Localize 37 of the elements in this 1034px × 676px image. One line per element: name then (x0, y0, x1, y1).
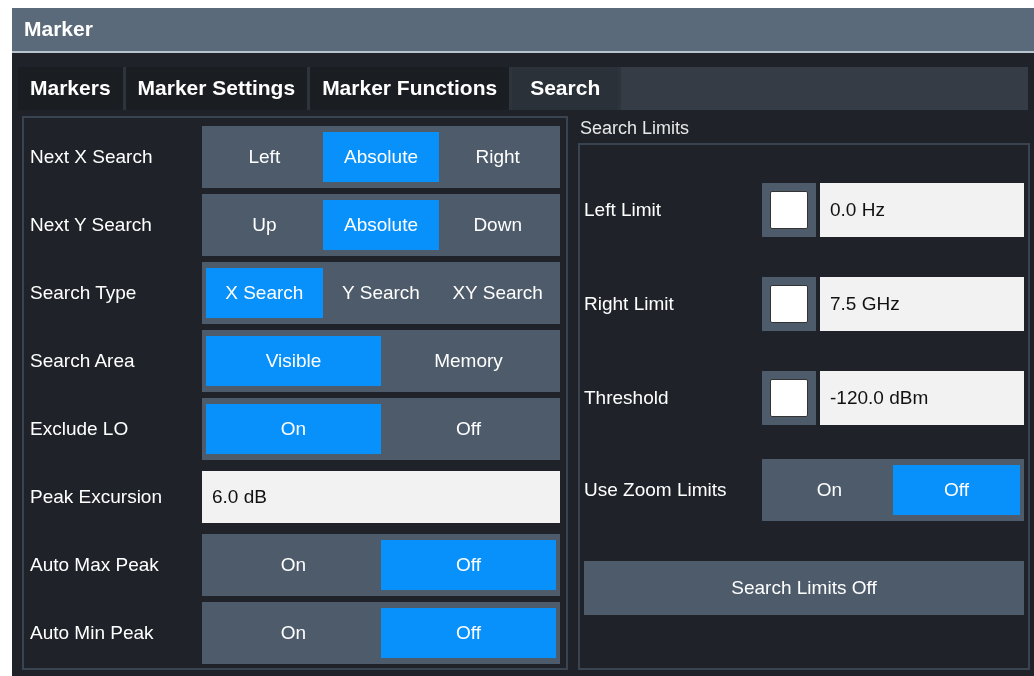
group-title: Search Limits (580, 118, 691, 139)
option-button[interactable]: Memory (381, 336, 556, 386)
option-button[interactable]: On (206, 540, 381, 590)
option-button[interactable]: Down (439, 200, 556, 250)
option-button[interactable]: Up (206, 200, 323, 250)
setting-label: Auto Min Peak (30, 622, 155, 644)
setting-label: Peak Excursion (30, 486, 163, 508)
input-field[interactable]: 0.0 Hz (820, 183, 1024, 237)
option-button[interactable]: On (766, 465, 893, 515)
setting-label: Search Type (30, 282, 138, 304)
tab[interactable]: Marker Settings (125, 66, 311, 110)
option-button[interactable]: On (206, 608, 381, 658)
checkbox[interactable] (762, 183, 816, 237)
setting-label: Exclude LO (30, 418, 130, 440)
option-button[interactable]: XY Search (439, 268, 556, 318)
setting-label: Use Zoom Limits (584, 479, 728, 501)
input-field[interactable]: 6.0 dB (202, 471, 560, 523)
tab[interactable]: Marker Functions (310, 66, 513, 110)
window-title: Marker (24, 17, 93, 42)
checkbox[interactable] (762, 371, 816, 425)
search-limits-off-button[interactable]: Search Limits Off (584, 561, 1024, 615)
tab[interactable]: Search (512, 66, 622, 110)
limit-label: Right Limit (584, 293, 675, 315)
checkbox[interactable] (762, 277, 816, 331)
input-field[interactable]: 7.5 GHz (820, 277, 1024, 331)
option-button[interactable]: Y Search (322, 268, 440, 318)
setting-label: Next Y Search (30, 214, 153, 236)
option-button[interactable]: Right (439, 132, 556, 182)
setting-label: Next X Search (30, 146, 154, 168)
setting-label: Search Area (30, 350, 136, 372)
limit-label: Threshold (584, 387, 670, 409)
setting-label: Auto Max Peak (30, 554, 160, 576)
option-button[interactable]: Off (381, 404, 556, 454)
option-button[interactable]: Left (206, 132, 323, 182)
tab[interactable]: Markers (18, 66, 126, 110)
limit-label: Left Limit (584, 199, 663, 221)
input-field[interactable]: -120.0 dBm (820, 371, 1024, 425)
